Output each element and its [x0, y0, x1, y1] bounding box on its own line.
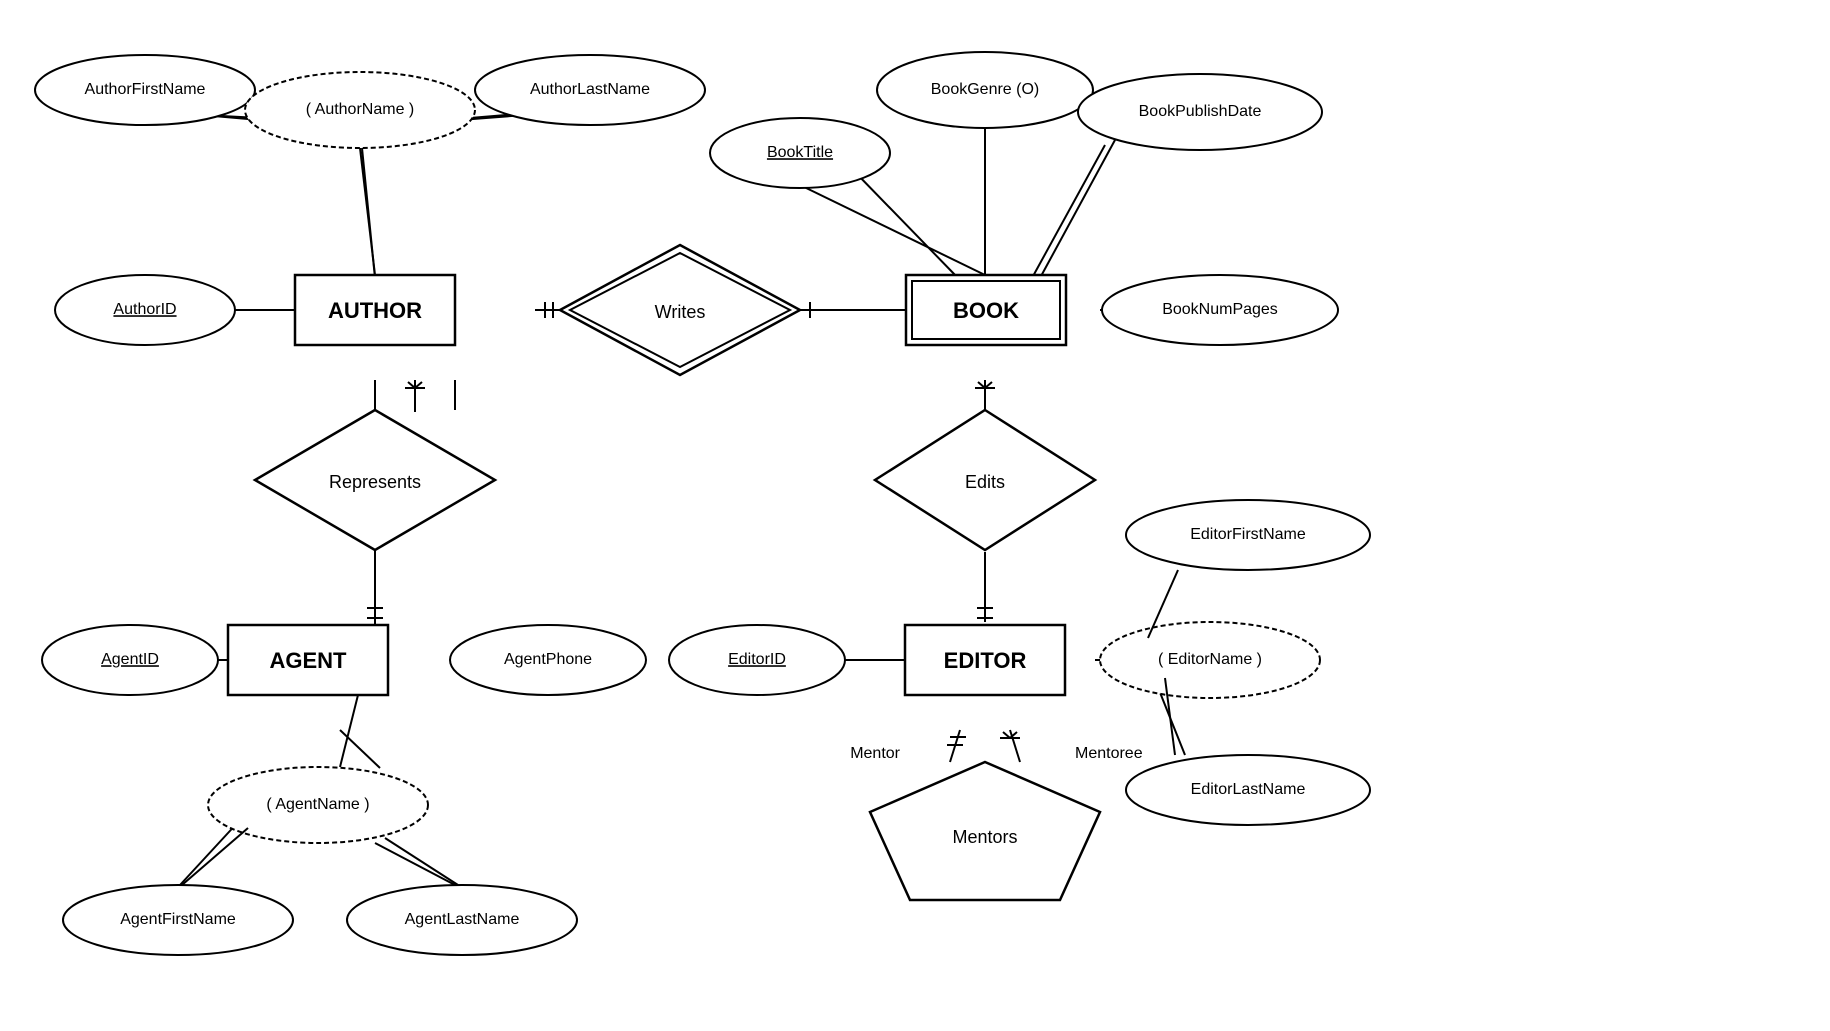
- cn3: [362, 148, 375, 278]
- line-booktitle-book: [800, 185, 985, 275]
- agentname-firstname: [180, 820, 240, 885]
- book-label: BOOK: [953, 298, 1019, 323]
- mentor-role-label: Mentor: [850, 745, 900, 762]
- editorfirstname-text: EditorFirstName: [1190, 526, 1306, 543]
- writes-label: Writes: [655, 302, 706, 322]
- editorname-text: ( EditorName ): [1158, 651, 1262, 668]
- authorid-text: AuthorID: [113, 301, 176, 318]
- agentname-fn-line: [182, 828, 248, 885]
- booktitle-book: [855, 172, 958, 278]
- editorid-text: EditorID: [728, 651, 786, 668]
- booknumpages-text: BookNumPages: [1162, 301, 1278, 318]
- agentname-text: ( AgentName ): [266, 796, 369, 813]
- bookgenre-text: BookGenre (O): [931, 81, 1039, 98]
- authorfirstname-text: AuthorFirstName: [85, 81, 206, 98]
- agent-label: AGENT: [270, 648, 348, 673]
- bookpublishdate-book: [1032, 145, 1105, 278]
- mentors-label: Mentors: [952, 827, 1017, 847]
- agentlastname-text: AgentLastName: [405, 911, 520, 928]
- authorlastname-text: AuthorLastName: [530, 81, 650, 98]
- agentname-agent-line: [340, 695, 358, 767]
- authorname-text: ( AuthorName ): [306, 101, 414, 118]
- line-bookpublishdate-book: [1040, 140, 1115, 278]
- agentname-ln-line: [385, 838, 458, 885]
- er-diagram: AUTHOR BOOK AGENT EDITOR Writes Represen…: [0, 0, 1830, 1026]
- bookpublishdate-text: BookPublishDate: [1139, 103, 1262, 120]
- agentname-agent: [340, 730, 380, 768]
- edits-label: Edits: [965, 472, 1005, 492]
- editorlastname-text: EditorLastName: [1191, 781, 1306, 798]
- agentname-lastname: [375, 843, 455, 885]
- author-label: AUTHOR: [328, 298, 422, 323]
- represents-label: Represents: [329, 472, 421, 492]
- agentid-text: AgentID: [101, 651, 159, 668]
- booktitle-text: BookTitle: [767, 144, 833, 161]
- agentfirstname-text: AgentFirstName: [120, 911, 236, 928]
- agentphone-text: AgentPhone: [504, 651, 592, 668]
- mentoree-role-label: Mentoree: [1075, 745, 1143, 762]
- editor-label: EDITOR: [944, 648, 1027, 673]
